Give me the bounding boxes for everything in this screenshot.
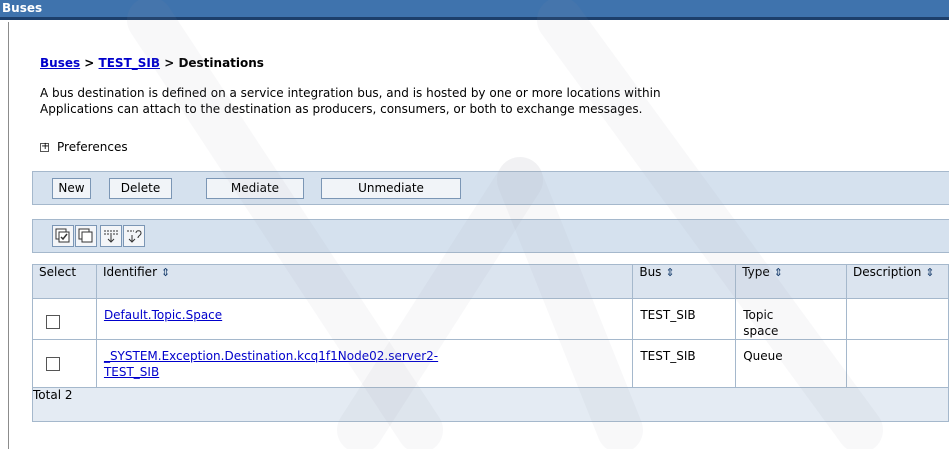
breadcrumb-current: Destinations xyxy=(178,56,264,70)
description-cell xyxy=(847,340,948,348)
selection-filter-toolbar xyxy=(32,219,949,253)
total-count: Total 2 xyxy=(32,387,949,422)
select-all-icon[interactable] xyxy=(52,225,74,247)
bus-cell: TEST_SIB xyxy=(640,349,696,363)
identifier-header-label[interactable]: Identifier xyxy=(97,265,157,279)
description-cell xyxy=(847,299,948,307)
type-cell: Topic space xyxy=(743,308,779,338)
bus-cell: TEST_SIB xyxy=(640,308,696,322)
breadcrumb: Buses > TEST_SIB > Destinations xyxy=(40,56,264,70)
sort-icon[interactable]: ⇕ xyxy=(774,266,783,279)
expand-plus-icon[interactable]: + xyxy=(40,142,49,152)
column-header-select: Select xyxy=(32,264,97,299)
table-row: Default.Topic.Space TEST_SIB Topic space xyxy=(32,298,949,340)
page-description: A bus destination is defined on a servic… xyxy=(40,85,949,117)
description-header-label[interactable]: Description xyxy=(847,265,921,279)
deselect-all-icon[interactable] xyxy=(75,225,97,247)
table-header-row: Select Identifier ⇕ Bus ⇕ Type ⇕ Descriptio… xyxy=(32,264,949,299)
type-cell: Queue xyxy=(743,349,783,363)
table-total-row: Total 2 xyxy=(32,387,949,422)
column-header-type[interactable]: Type ⇕ xyxy=(735,264,848,299)
column-header-description[interactable]: Description ⇕ xyxy=(846,264,949,299)
row-select-checkbox[interactable] xyxy=(46,357,60,371)
description-line-1: A bus destination is defined on a servic… xyxy=(40,86,661,100)
sort-icon[interactable]: ⇕ xyxy=(665,266,674,279)
action-toolbar: New Delete Mediate Unmediate xyxy=(32,171,949,205)
breadcrumb-buses-link[interactable]: Buses xyxy=(40,56,80,70)
description-line-2: Applications can attach to the destinati… xyxy=(40,102,643,116)
breadcrumb-test-sib-link[interactable]: TEST_SIB xyxy=(99,56,160,70)
breadcrumb-separator: > xyxy=(160,56,179,70)
left-divider xyxy=(8,22,9,449)
type-header-label[interactable]: Type xyxy=(736,265,770,279)
new-button[interactable]: New xyxy=(52,178,91,199)
delete-button[interactable]: Delete xyxy=(109,178,172,199)
table-row: _SYSTEM.Exception.Destination.kcq1f1Node… xyxy=(32,339,949,388)
window-title: Buses xyxy=(0,0,949,20)
preferences-label: Preferences xyxy=(57,140,128,154)
row-select-checkbox[interactable] xyxy=(46,315,60,329)
show-filter-icon[interactable] xyxy=(100,225,122,247)
sort-icon[interactable]: ⇕ xyxy=(161,266,170,279)
preferences-toggle[interactable]: + Preferences xyxy=(40,140,128,154)
destination-link[interactable]: _SYSTEM.Exception.Destination.kcq1f1Node… xyxy=(104,349,438,379)
column-header-bus[interactable]: Bus ⇕ xyxy=(632,264,737,299)
bus-header-label[interactable]: Bus xyxy=(633,265,661,279)
destination-link[interactable]: Default.Topic.Space xyxy=(104,308,222,322)
sort-icon[interactable]: ⇕ xyxy=(925,266,934,279)
destinations-table: Select Identifier ⇕ Bus ⇕ Type ⇕ Descriptio… xyxy=(32,264,949,422)
clear-filter-icon[interactable] xyxy=(123,225,145,247)
unmediate-button[interactable]: Unmediate xyxy=(321,178,461,199)
column-header-identifier[interactable]: Identifier ⇕ xyxy=(95,264,634,299)
mediate-button[interactable]: Mediate xyxy=(206,178,304,199)
breadcrumb-separator: > xyxy=(80,56,99,70)
